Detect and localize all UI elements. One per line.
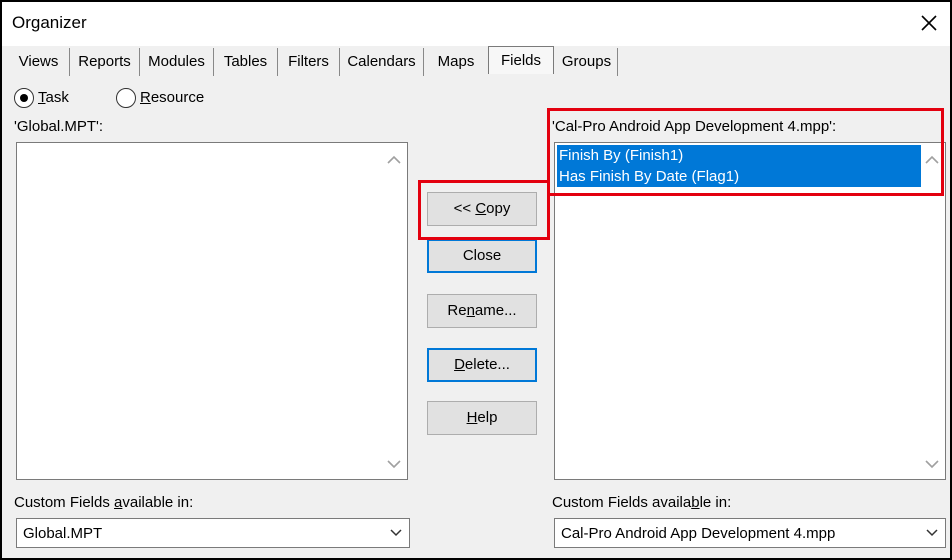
tab-groups[interactable]: Groups: [556, 48, 618, 76]
tab-modules[interactable]: Modules: [140, 48, 214, 76]
scroll-up-icon[interactable]: [923, 153, 941, 167]
right-footer-label: Custom Fields available in:: [552, 494, 732, 511]
help-button[interactable]: Help: [427, 401, 537, 435]
left-footer-label: Custom Fields available in:: [14, 494, 194, 511]
list-item-has-finish-by-date[interactable]: Has Finish By Date (Flag1): [557, 166, 921, 187]
tab-bar: Views Reports Modules Tables Filters Cal…: [8, 46, 948, 76]
tab-tables[interactable]: Tables: [214, 48, 278, 76]
scroll-down-icon[interactable]: [923, 457, 941, 471]
tab-views[interactable]: Views: [8, 48, 70, 76]
scroll-down-icon[interactable]: [385, 457, 403, 471]
left-file-combo[interactable]: Global.MPT: [16, 518, 410, 548]
organizer-dialog: Organizer Views Reports Modules Tables F…: [0, 0, 952, 560]
resource-radio-circle[interactable]: [116, 88, 136, 108]
task-radio-dot: [20, 94, 28, 102]
delete-button[interactable]: Delete...: [427, 348, 537, 382]
tab-maps[interactable]: Maps: [424, 48, 488, 76]
title-bar: Organizer: [2, 2, 950, 46]
tab-filters[interactable]: Filters: [278, 48, 340, 76]
resource-radio-label: Resource: [140, 89, 205, 106]
right-file-combo-value: Cal-Pro Android App Development 4.mpp: [561, 525, 836, 542]
task-radio-circle[interactable]: [14, 88, 34, 108]
right-list-header: 'Cal-Pro Android App Development 4.mpp':: [552, 118, 837, 135]
scroll-up-icon[interactable]: [385, 153, 403, 167]
right-file-combo[interactable]: Cal-Pro Android App Development 4.mpp: [554, 518, 946, 548]
copy-button[interactable]: << Copy: [427, 192, 537, 226]
chevron-down-icon[interactable]: [389, 527, 403, 539]
chevron-down-icon[interactable]: [925, 527, 939, 539]
rename-button[interactable]: Rename...: [427, 294, 537, 328]
tab-fields[interactable]: Fields: [488, 46, 554, 74]
left-fields-list[interactable]: [16, 142, 408, 480]
right-fields-list[interactable]: Finish By (Finish1) Has Finish By Date (…: [554, 142, 946, 480]
list-item-finish-by[interactable]: Finish By (Finish1): [557, 145, 921, 166]
left-list-header: 'Global.MPT':: [14, 118, 104, 135]
window-title: Organizer: [12, 13, 87, 32]
tab-calendars[interactable]: Calendars: [340, 48, 424, 76]
task-radio-label: Task: [38, 89, 69, 106]
left-file-combo-value: Global.MPT: [23, 525, 103, 542]
close-icon[interactable]: [916, 10, 942, 36]
tab-reports[interactable]: Reports: [70, 48, 140, 76]
close-button[interactable]: Close: [427, 239, 537, 273]
